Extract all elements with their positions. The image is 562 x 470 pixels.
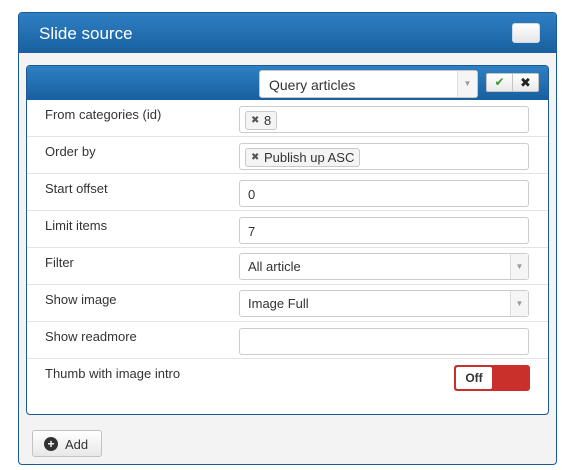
row-start-offset: Start offset 0: [27, 174, 548, 211]
add-button[interactable]: + Add: [32, 430, 102, 457]
start-offset-value: 0: [248, 187, 256, 202]
source-type-select[interactable]: Query articles ▼: [259, 70, 478, 98]
panel-header-button[interactable]: [512, 23, 540, 43]
show-image-select[interactable]: Image Full ▼: [239, 290, 529, 317]
source-type-value: Query articles: [269, 77, 356, 93]
show-readmore-label: Show readmore: [45, 329, 137, 344]
row-order-by: Order by ✖ Publish up ASC: [27, 137, 548, 174]
remove-tag-icon[interactable]: ✖: [251, 112, 259, 129]
thumb-intro-label: Thumb with image intro: [45, 366, 181, 381]
limit-items-label: Limit items: [45, 218, 108, 233]
show-readmore-input[interactable]: [239, 328, 529, 355]
add-button-label: Add: [65, 437, 89, 452]
filter-value: All article: [248, 259, 301, 274]
confirm-button[interactable]: ✔: [486, 73, 513, 92]
chevron-down-icon: ▼: [510, 254, 528, 279]
row-limit-items: Limit items 7: [27, 211, 548, 248]
from-categories-label: From categories (id): [45, 107, 162, 122]
chevron-down-icon: ▼: [510, 291, 528, 316]
chevron-down-icon: ▼: [457, 71, 477, 97]
order-tag: ✖ Publish up ASC: [245, 148, 361, 167]
order-by-input[interactable]: ✖ Publish up ASC: [239, 143, 529, 170]
toggle-state: Off: [456, 367, 492, 389]
limit-items-input[interactable]: 7: [239, 217, 529, 244]
row-filter: Filter All article ▼: [27, 248, 548, 285]
category-tag-label: 8: [264, 113, 272, 128]
panel-header: Slide source: [19, 13, 556, 53]
source-config-box: Query articles ▼ ✔ ✖ From categories (id…: [26, 65, 549, 415]
thumb-intro-toggle[interactable]: Off: [454, 365, 530, 391]
order-by-label: Order by: [45, 144, 96, 159]
panel-title: Slide source: [39, 24, 133, 43]
start-offset-label: Start offset: [45, 181, 108, 196]
category-tag: ✖ 8: [245, 111, 278, 130]
filter-label: Filter: [45, 255, 74, 270]
slide-source-panel: Slide source Query articles ▼ ✔ ✖ From c…: [18, 12, 557, 465]
show-image-label: Show image: [45, 292, 117, 307]
source-toolbar: Query articles ▼ ✔ ✖: [27, 66, 548, 100]
start-offset-input[interactable]: 0: [239, 180, 529, 207]
close-icon: ✖: [520, 75, 531, 90]
row-show-image: Show image Image Full ▼: [27, 285, 548, 322]
row-from-categories: From categories (id) ✖ 8: [27, 100, 548, 137]
check-icon: ✔: [494, 75, 505, 89]
limit-items-value: 7: [248, 224, 256, 239]
remove-tag-icon[interactable]: ✖: [251, 149, 259, 166]
cancel-button[interactable]: ✖: [512, 73, 539, 92]
plus-circle-icon: +: [44, 437, 58, 451]
order-tag-label: Publish up ASC: [264, 150, 355, 165]
row-thumb-intro: Thumb with image intro Off: [27, 359, 548, 396]
show-image-value: Image Full: [248, 296, 309, 311]
filter-select[interactable]: All article ▼: [239, 253, 529, 280]
from-categories-input[interactable]: ✖ 8: [239, 106, 529, 133]
row-show-readmore: Show readmore: [27, 322, 548, 359]
